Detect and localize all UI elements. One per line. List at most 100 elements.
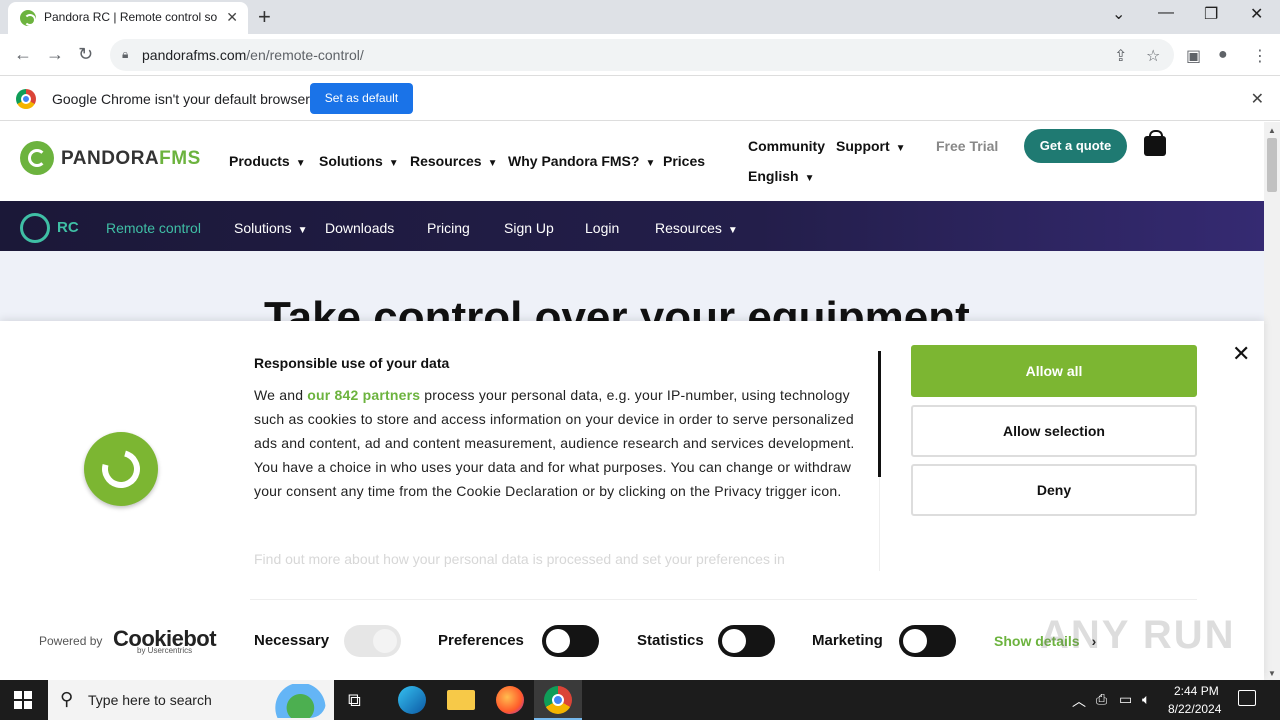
necessary-label: Necessary — [254, 632, 330, 649]
nav-community[interactable]: Community — [748, 138, 825, 154]
minimize-icon[interactable]: — — [1158, 4, 1174, 22]
share-icon[interactable]: ⇪ — [1114, 46, 1127, 66]
chrome-logo-icon — [16, 89, 36, 109]
cookie-more-text: Find out more about how your personal da… — [254, 551, 785, 567]
nav-support[interactable]: Support ▼ — [836, 138, 906, 154]
site-logo-text[interactable]: PANDORAFMS — [61, 148, 201, 170]
scroll-up-icon[interactable]: ▲ — [1268, 126, 1276, 135]
edge-icon[interactable] — [398, 686, 426, 714]
pandora-logo-icon[interactable] — [20, 141, 54, 175]
lock-icon[interactable]: 🔒︎ — [122, 47, 128, 62]
tray-device-icon[interactable]: ⎙ — [1096, 691, 1107, 708]
reload-icon[interactable]: ↻ — [78, 44, 93, 65]
set-default-button[interactable]: Set as default — [310, 83, 413, 114]
site-header: PANDORAFMS Products ▼ Solutions ▼ Resource… — [0, 122, 1264, 201]
clock-time[interactable]: 2:44 PM — [1174, 684, 1219, 698]
preferences-label: Preferences — [438, 632, 524, 649]
bookmark-star-icon[interactable]: ☆ — [1146, 46, 1160, 66]
deny-button[interactable]: Deny — [911, 464, 1197, 516]
tab-search-chevron-icon[interactable]: ⌄ — [1112, 4, 1125, 24]
nav-products[interactable]: Products ▼ — [229, 153, 306, 169]
allow-selection-button[interactable]: Allow selection — [911, 405, 1197, 457]
anyrun-watermark: ANY RUN — [1040, 613, 1236, 657]
browser-toolbar: ← → ↻ 🔒︎ pandorafms.com/en/remote-contro… — [0, 34, 1280, 76]
url-text: pandorafms.com/en/remote-control/ — [142, 47, 364, 63]
taskbar-search[interactable]: ⚲ Type here to search — [48, 680, 334, 720]
windows-taskbar: ⚲ Type here to search ⧉ ︿ ⎙ ▭ 🔈︎ 2:44 PM… — [0, 680, 1280, 720]
firefox-icon[interactable] — [496, 686, 524, 714]
cookie-title: Responsible use of your data — [254, 355, 450, 371]
nav-prices[interactable]: Prices — [663, 153, 705, 169]
file-explorer-icon[interactable] — [447, 690, 475, 710]
default-browser-infobar: Google Chrome isn't your default browser… — [0, 77, 1280, 121]
rc-nav-downloads[interactable]: Downloads — [325, 220, 394, 236]
profile-avatar-icon[interactable]: ● — [1218, 46, 1228, 64]
cookie-consent-dialog: Responsible use of your data We and our … — [0, 321, 1264, 680]
shopping-bag-icon[interactable] — [1144, 130, 1166, 156]
statistics-label: Statistics — [637, 632, 704, 649]
partners-link[interactable]: our 842 partners — [307, 387, 420, 403]
rc-nav-pricing[interactable]: Pricing — [427, 220, 470, 236]
scrollbar-thumb[interactable] — [1267, 138, 1277, 192]
rc-nav-resources[interactable]: Resources ▼ — [655, 220, 738, 236]
statistics-toggle[interactable] — [718, 625, 775, 657]
cookie-text-scrollbar[interactable] — [878, 351, 881, 477]
close-infobar-icon[interactable]: ✕ — [1251, 89, 1264, 109]
back-icon[interactable]: ← — [14, 44, 32, 65]
forward-icon[interactable]: → — [46, 44, 64, 65]
pandora-favicon-icon — [20, 10, 36, 26]
language-select[interactable]: English ▼ — [748, 168, 814, 184]
rc-nav-solutions[interactable]: Solutions ▼ — [234, 220, 308, 236]
browser-tab[interactable]: Pandora RC | Remote control so ✕ — [8, 2, 248, 34]
rc-logo-icon[interactable] — [20, 213, 50, 243]
chevron-down-icon: ▼ — [727, 225, 738, 236]
hero-section: Take control over your equipment — [0, 251, 1264, 321]
close-window-icon[interactable]: ✕ — [1250, 4, 1263, 24]
chevron-down-icon: ▼ — [895, 143, 906, 154]
allow-all-button[interactable]: Allow all — [911, 345, 1197, 397]
menu-kebab-icon[interactable]: ⋮ — [1252, 46, 1268, 66]
browser-tab-strip: Pandora RC | Remote control so ✕ + ⌄ — ❐… — [0, 0, 1280, 34]
marketing-label: Marketing — [812, 632, 883, 649]
restore-icon[interactable]: ❐ — [1204, 4, 1218, 24]
close-tab-icon[interactable]: ✕ — [226, 9, 238, 26]
chevron-down-icon: ▼ — [645, 158, 656, 169]
clock-date[interactable]: 8/22/2024 — [1168, 702, 1221, 716]
side-panel-icon[interactable]: ▣ — [1186, 46, 1201, 66]
cookie-body: We and our 842 partners process your per… — [254, 387, 855, 499]
task-view-icon[interactable]: ⧉ — [348, 690, 376, 718]
page-scrollbar[interactable]: ▲ ▼ — [1264, 122, 1280, 680]
chevron-down-icon: ▼ — [804, 173, 815, 184]
free-trial-link[interactable]: Free Trial — [936, 138, 998, 154]
necessary-toggle — [344, 625, 401, 657]
nav-solutions[interactable]: Solutions ▼ — [319, 153, 399, 169]
chevron-down-icon: ▼ — [295, 158, 306, 169]
windows-start-icon[interactable] — [14, 691, 32, 709]
notification-icon[interactable] — [1238, 690, 1256, 706]
scroll-down-icon[interactable]: ▼ — [1268, 669, 1276, 678]
close-icon[interactable]: ✕ — [1232, 341, 1250, 367]
volume-icon[interactable]: 🔈︎ — [1142, 691, 1150, 708]
rc-brand[interactable]: RC — [57, 219, 79, 236]
chrome-icon[interactable] — [544, 686, 572, 714]
rc-nav-login[interactable]: Login — [585, 220, 619, 236]
nav-resources[interactable]: Resources ▼ — [410, 153, 498, 169]
preferences-toggle[interactable] — [542, 625, 599, 657]
network-icon[interactable]: ▭ — [1119, 691, 1132, 708]
tray-chevron-icon[interactable]: ︿ — [1072, 691, 1086, 711]
search-placeholder: Type here to search — [88, 692, 212, 708]
search-highlight-icon[interactable] — [262, 684, 326, 718]
get-quote-button[interactable]: Get a quote — [1024, 129, 1127, 163]
marketing-toggle[interactable] — [899, 625, 956, 657]
rc-nav-signup[interactable]: Sign Up — [504, 220, 554, 236]
cookie-text-scrolltrack — [879, 477, 880, 571]
rc-nav-remote-control[interactable]: Remote control — [106, 220, 201, 236]
hero-title: Take control over your equipment — [264, 293, 970, 321]
new-tab-icon[interactable]: + — [258, 4, 271, 30]
nav-why-pandora[interactable]: Why Pandora FMS? ▼ — [508, 153, 655, 169]
address-bar[interactable]: 🔒︎ pandorafms.com/en/remote-control/ — [110, 39, 1174, 71]
chevron-down-icon: ▼ — [388, 158, 399, 169]
powered-by-label: Powered by — [39, 634, 103, 648]
infobar-message: Google Chrome isn't your default browser — [52, 91, 310, 107]
pandora-logo-icon — [84, 432, 158, 506]
